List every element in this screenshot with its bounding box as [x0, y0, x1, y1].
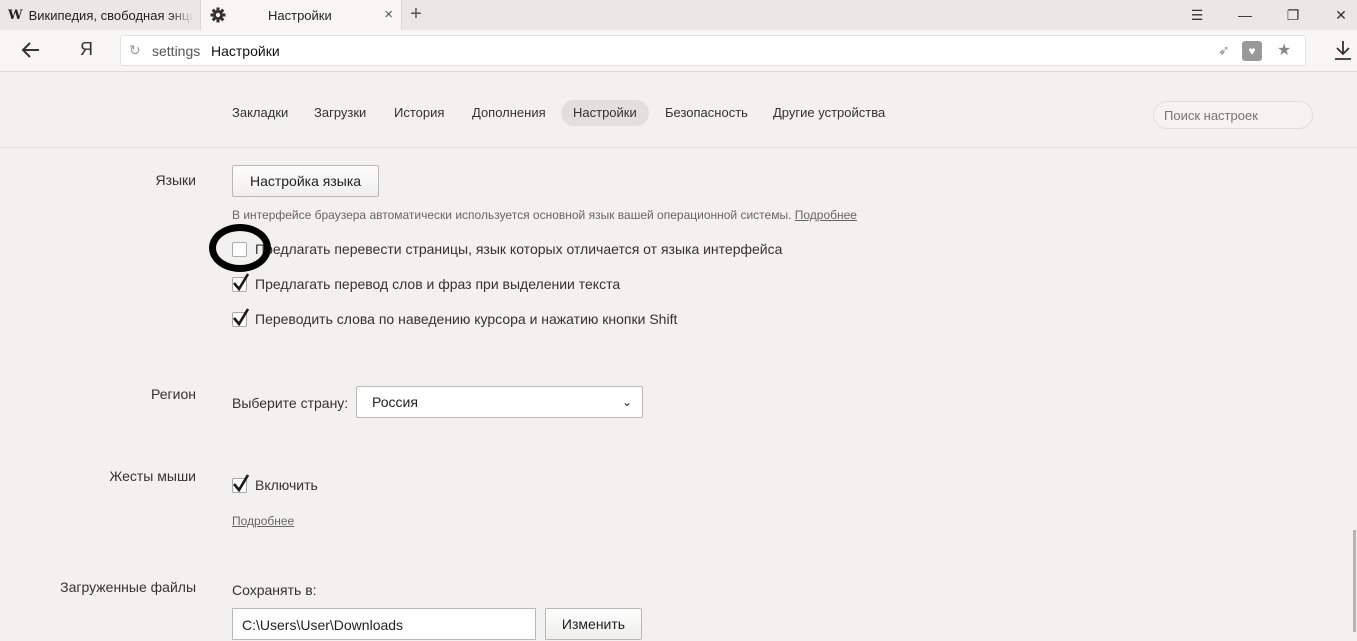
- url-protocol: settings: [152, 43, 201, 59]
- option-translate-hover-shift[interactable]: Переводить слова по наведению курсора и …: [232, 307, 678, 329]
- download-path-field[interactable]: C:\Users\User\Downloads: [232, 608, 536, 640]
- save-to-label: Сохранять в:: [232, 582, 317, 598]
- language-hint-text: В интерфейсе браузера автоматически испо…: [232, 208, 792, 222]
- section-label-mouse-gestures: Жесты мыши: [109, 468, 196, 484]
- scrollbar-thumb[interactable]: [1353, 530, 1356, 632]
- country-value: Россия: [372, 394, 418, 410]
- country-label: Выберите страну:: [232, 395, 349, 411]
- tab-extensions[interactable]: Дополнения: [460, 100, 558, 126]
- language-more-link[interactable]: Подробнее: [795, 208, 857, 222]
- checkbox-checked[interactable]: [232, 473, 250, 493]
- checkmark-icon: [233, 473, 250, 492]
- checkmark-icon: [233, 272, 250, 291]
- option-label: Предлагать перевод слов и фраз при выдел…: [255, 276, 621, 292]
- checkbox-checked[interactable]: [232, 272, 250, 292]
- tab-wikipedia[interactable]: W Википедия, свободная энциклопедия: [0, 0, 198, 30]
- minimize-button[interactable]: —: [1222, 0, 1268, 30]
- close-icon[interactable]: ×: [384, 6, 393, 23]
- reload-icon[interactable]: ↻: [129, 42, 141, 59]
- yandex-logo-icon[interactable]: Я: [80, 39, 93, 60]
- title-bar: W Википедия, свободная энциклопедия Наст…: [0, 0, 1357, 30]
- url-title: Настройки: [211, 43, 280, 59]
- gestures-more-link[interactable]: Подробнее: [232, 514, 294, 528]
- tab-title: Настройки: [268, 8, 332, 23]
- rocket-icon[interactable]: ➶: [1218, 42, 1230, 59]
- section-label-languages: Языки: [155, 172, 196, 188]
- bookmark-star-icon[interactable]: ★: [1277, 40, 1291, 60]
- wikipedia-logo-icon: W: [8, 7, 23, 23]
- change-path-button[interactable]: Изменить: [545, 608, 642, 640]
- tab-title: Википедия, свободная энциклопедия: [28, 7, 194, 23]
- highlight-circle-annotation: [209, 224, 271, 272]
- section-label-downloads: Загруженные файлы: [60, 579, 196, 595]
- scrollbar[interactable]: [1351, 72, 1357, 632]
- protect-shield-icon[interactable]: ♥: [1242, 41, 1262, 61]
- checkbox-checked[interactable]: [232, 307, 250, 327]
- navigation-bar: Я ↻ settings Настройки ➶ ♥ ★: [0, 30, 1357, 72]
- language-hint: В интерфейсе браузера автоматически испо…: [232, 208, 857, 222]
- language-settings-button[interactable]: Настройка языка: [232, 165, 379, 197]
- menu-icon[interactable]: ☰: [1174, 0, 1220, 30]
- tab-bookmarks[interactable]: Закладки: [220, 100, 300, 126]
- option-enable-gestures[interactable]: Включить: [232, 473, 318, 495]
- tab-downloads[interactable]: Загрузки: [302, 100, 378, 126]
- checkmark-icon: [233, 307, 250, 326]
- new-tab-button[interactable]: +: [406, 3, 426, 26]
- country-select[interactable]: Россия ⌄: [356, 386, 643, 418]
- download-icon[interactable]: [1333, 39, 1353, 61]
- section-label-region: Регион: [151, 386, 196, 402]
- tab-settings[interactable]: Настройки ×: [200, 0, 402, 30]
- settings-nav: Закладки Загрузки История Дополнения Нас…: [0, 72, 1357, 148]
- back-arrow-icon[interactable]: [19, 38, 43, 62]
- tab-other-devices[interactable]: Другие устройства: [761, 100, 897, 126]
- option-label: Переводить слова по наведению курсора и …: [255, 311, 678, 327]
- option-label: Включить: [255, 477, 318, 493]
- gear-icon: [210, 7, 226, 23]
- option-label: Предлагать перевести страницы, язык кото…: [255, 241, 783, 257]
- tab-settings-active[interactable]: Настройки: [561, 100, 649, 126]
- address-bar[interactable]: ↻ settings Настройки ➶ ♥ ★: [120, 35, 1306, 66]
- tab-history[interactable]: История: [382, 100, 456, 126]
- chevron-down-icon: ⌄: [621, 395, 632, 409]
- close-window-button[interactable]: ✕: [1318, 0, 1357, 30]
- tab-security[interactable]: Безопасность: [653, 100, 760, 126]
- option-offer-translate-pages[interactable]: Предлагать перевести страницы, язык кото…: [232, 239, 782, 259]
- settings-search-input[interactable]: [1153, 101, 1313, 129]
- restore-button[interactable]: ❐: [1270, 0, 1316, 30]
- option-translate-selection[interactable]: Предлагать перевод слов и фраз при выдел…: [232, 272, 621, 294]
